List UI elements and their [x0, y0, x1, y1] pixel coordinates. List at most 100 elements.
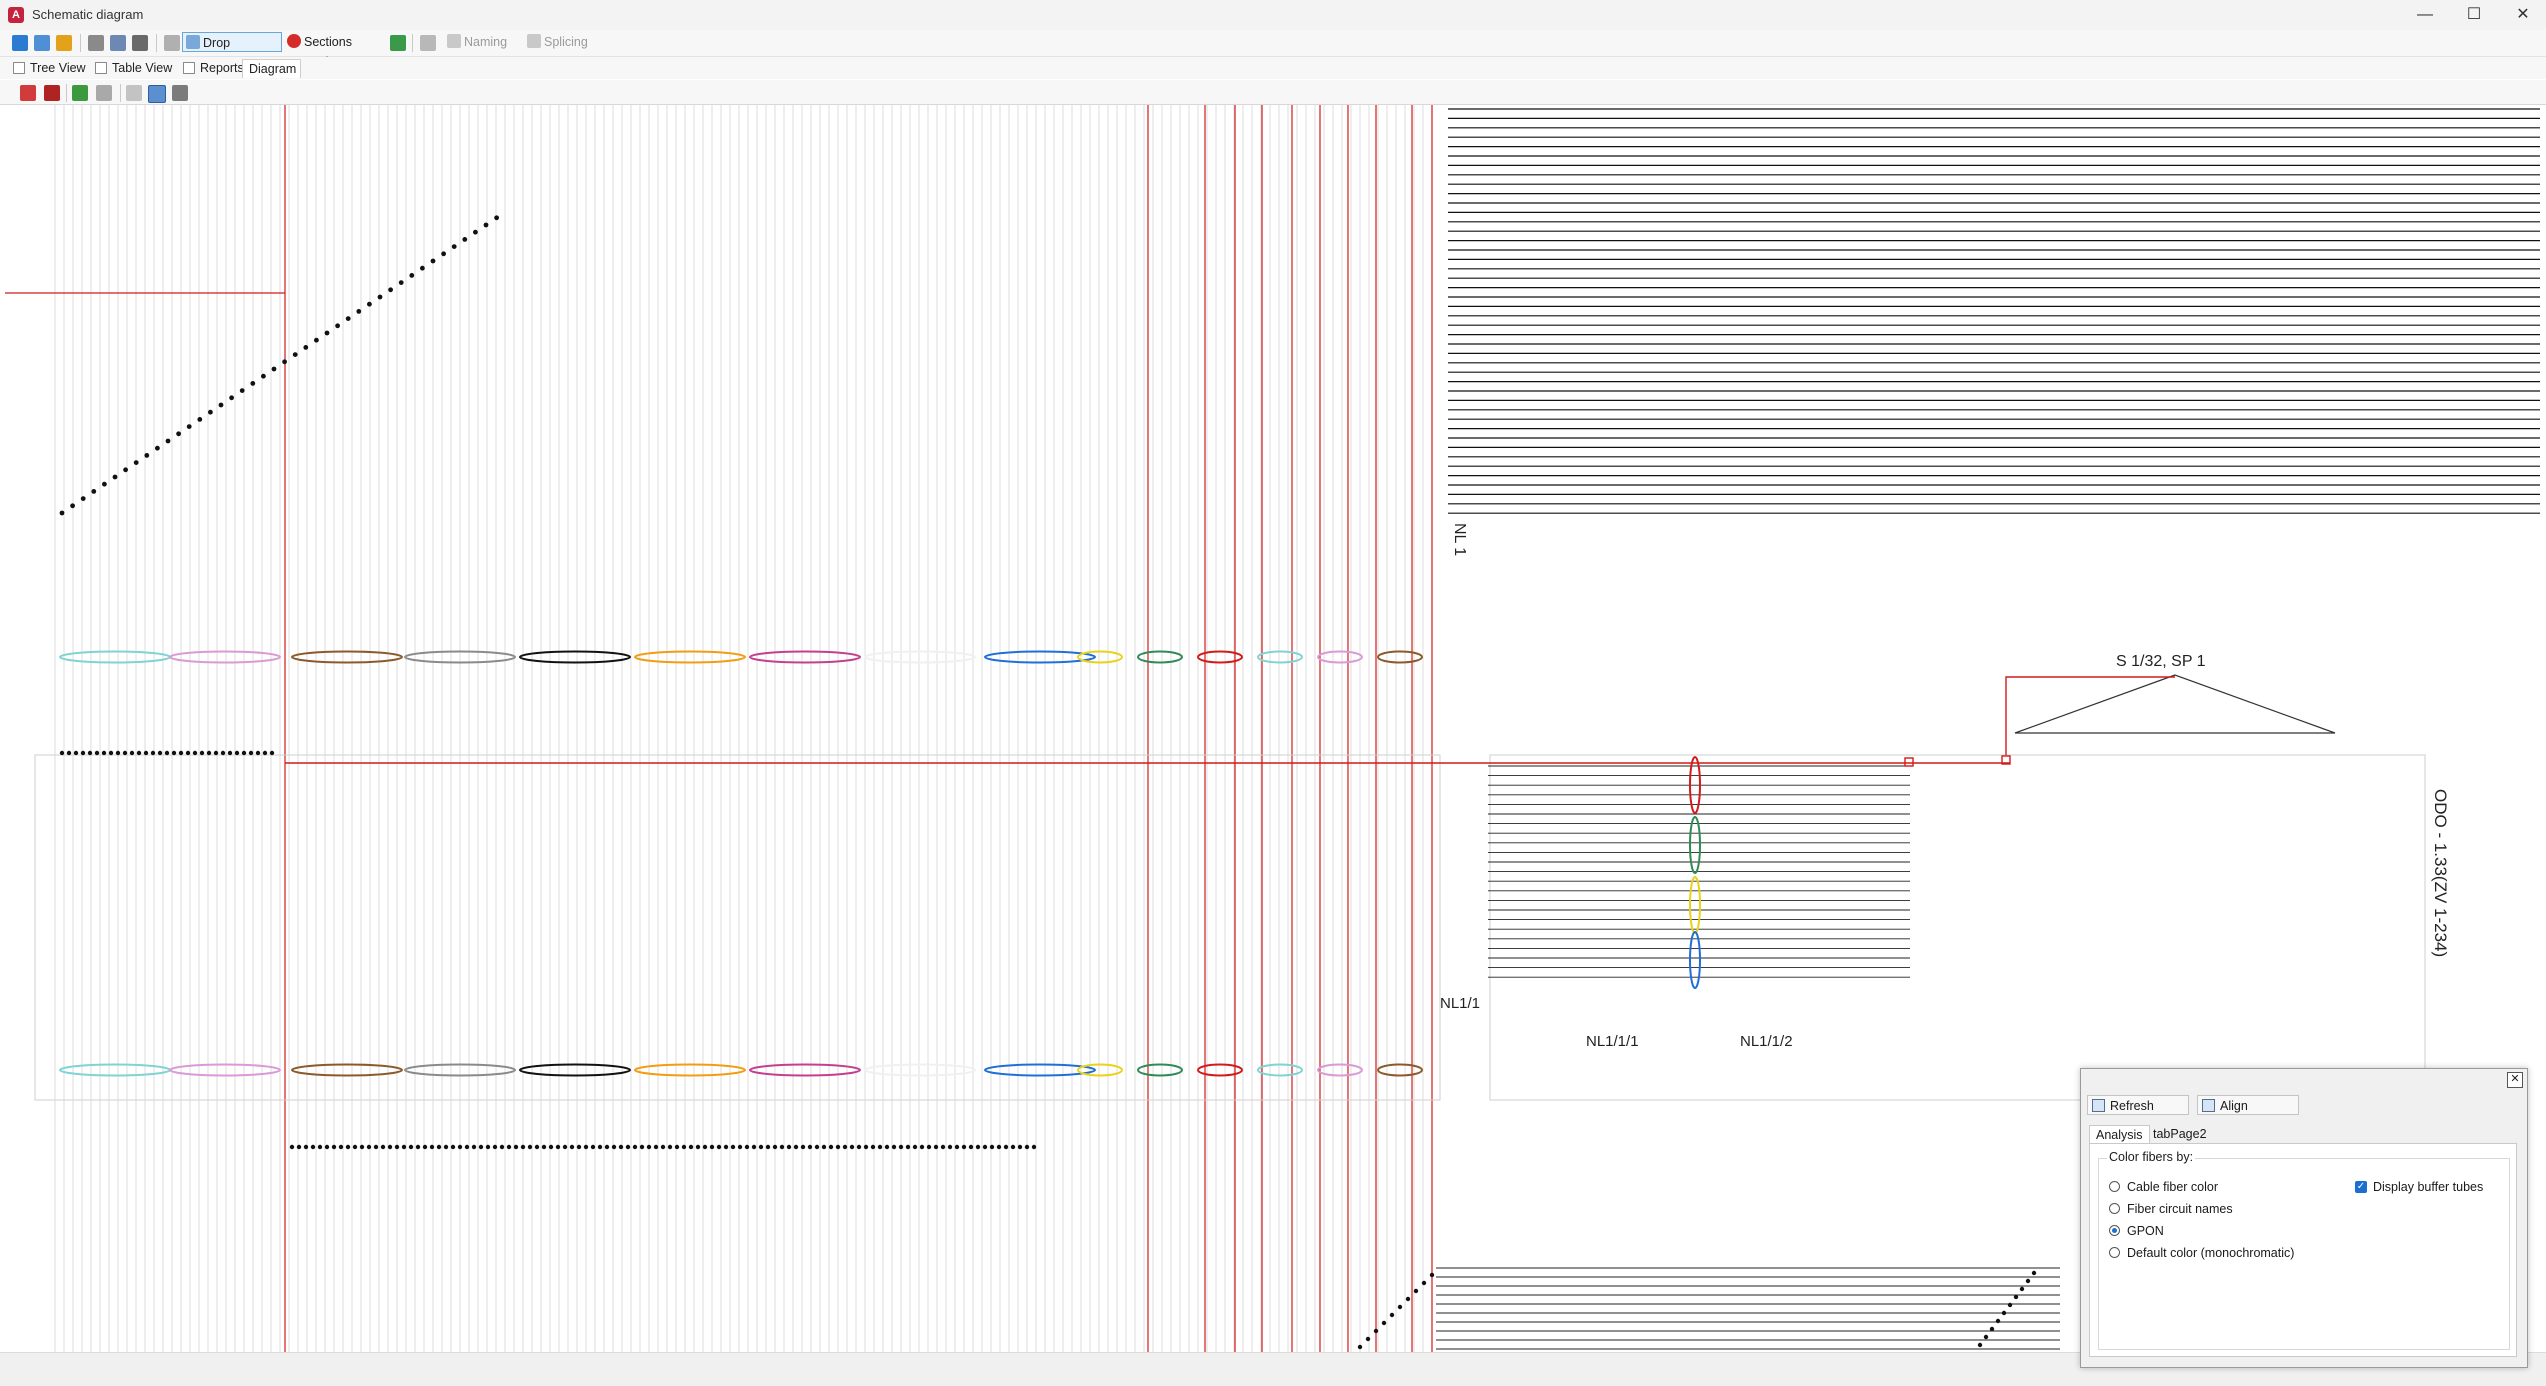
- fiber-dot: [1429, 1272, 1435, 1278]
- cursor-icon[interactable]: [164, 35, 180, 51]
- copy-icon[interactable]: [34, 35, 50, 51]
- buffer-tube: [169, 1063, 281, 1077]
- fiber-dot: [388, 287, 393, 293]
- display-buffer-tubes-checkbox[interactable]: ✓ Display buffer tubes: [2355, 1179, 2483, 1195]
- fiber-dot: [261, 373, 266, 379]
- fiber-dot: [520, 1144, 526, 1150]
- page-icon[interactable]: [110, 35, 126, 51]
- grid-icon[interactable]: [126, 85, 142, 101]
- fiber-dot: [262, 750, 268, 756]
- label-nl1-1: NL1/1: [1440, 995, 1481, 1012]
- naming-button[interactable]: Naming: [444, 32, 514, 52]
- tab-reports[interactable]: Reports: [180, 59, 248, 77]
- option-cable-fiber-color[interactable]: Cable fiber color: [2107, 1179, 2218, 1195]
- checkmark-icon: ✓: [2355, 1181, 2367, 1193]
- fiber-dot: [241, 750, 247, 756]
- fiber-dot: [409, 273, 415, 278]
- tab-table-view[interactable]: Table View: [92, 59, 176, 77]
- app-icon: A: [8, 7, 24, 23]
- warning-icon[interactable]: [56, 35, 72, 51]
- align-icon: [2202, 1099, 2215, 1112]
- fiber-dot: [1010, 1144, 1016, 1150]
- fiber-dot: [779, 1144, 785, 1150]
- close-button[interactable]: ✕: [2500, 0, 2546, 30]
- fiber-dot: [115, 750, 121, 756]
- buffer-tube: [1077, 650, 1123, 664]
- fiber-dot: [70, 503, 75, 509]
- print-icon[interactable]: [44, 85, 60, 101]
- buffer-tube: [1689, 931, 1701, 989]
- buffer-tube: [519, 650, 631, 664]
- fiber-dot: [335, 323, 340, 329]
- fiber-dot: [576, 1144, 582, 1150]
- fiber-dot: [80, 750, 86, 756]
- analysis-body: Color fibers by: Cable fiber color Fiber…: [2089, 1143, 2517, 1357]
- fiber-dot: [108, 750, 114, 756]
- tab-analysis[interactable]: Analysis: [2089, 1125, 2150, 1144]
- panel-close-button[interactable]: ✕: [2507, 1072, 2523, 1088]
- fiber-dot: [150, 750, 156, 756]
- table-icon: [95, 62, 107, 74]
- fiber-dot: [2013, 1294, 2019, 1300]
- minimize-button[interactable]: —: [2402, 0, 2448, 30]
- table-icon[interactable]: [420, 35, 436, 51]
- option-fiber-circuit-names[interactable]: Fiber circuit names: [2107, 1201, 2233, 1217]
- filter-icon[interactable]: [72, 85, 88, 101]
- connector: [1904, 757, 1914, 767]
- fiber-dot: [338, 1144, 344, 1150]
- fiber-dot: [248, 750, 254, 756]
- option-default-color[interactable]: Default color (monochromatic): [2107, 1245, 2294, 1261]
- fiber-dot: [863, 1144, 869, 1150]
- fiber-dot: [940, 1144, 946, 1150]
- drop-network-button[interactable]: Drop network: [182, 32, 282, 70]
- buffer-tube: [1689, 816, 1701, 874]
- fiber-dot: [367, 301, 372, 307]
- link-icon[interactable]: [172, 85, 188, 101]
- fiber-dot: [632, 1144, 638, 1150]
- layout-icon[interactable]: [148, 85, 166, 103]
- fiber-dot: [870, 1144, 876, 1150]
- maximize-button[interactable]: ☐: [2451, 0, 2497, 30]
- excel-icon[interactable]: [390, 35, 406, 51]
- fiber-dot: [800, 1144, 806, 1150]
- splicing-button[interactable]: Splicing: [524, 32, 594, 52]
- fiber-dot: [415, 1144, 421, 1150]
- pdf-icon[interactable]: [20, 85, 36, 101]
- radio-icon: [2109, 1203, 2120, 1214]
- fiber-dot: [250, 381, 256, 386]
- fiber-dot: [422, 1144, 428, 1150]
- tab-reports-label: Reports: [200, 61, 244, 75]
- fiber-dot: [485, 1144, 491, 1150]
- fiber-dot: [296, 1144, 302, 1150]
- tab-page2[interactable]: tabPage2: [2147, 1125, 2213, 1143]
- fiber-dot: [80, 496, 86, 501]
- sections-mode-button[interactable]: Sections mode: [284, 32, 384, 69]
- buffer-tube: [1317, 1063, 1363, 1077]
- fiber-dot: [1031, 1144, 1037, 1150]
- clear-filter-icon[interactable]: [96, 85, 112, 101]
- tab-diagram[interactable]: Diagram: [242, 59, 302, 78]
- option-gpon[interactable]: GPON: [2107, 1223, 2164, 1239]
- save-icon[interactable]: [132, 35, 148, 51]
- fiber-dot: [562, 1144, 568, 1150]
- fiber-dot: [919, 1144, 925, 1150]
- fiber-dot: [122, 750, 128, 756]
- fiber-dot: [303, 1144, 309, 1150]
- align-button[interactable]: Align: [2197, 1095, 2299, 1115]
- fiber-dot: [996, 1144, 1002, 1150]
- zoom-icon[interactable]: [88, 35, 104, 51]
- fiber-dot: [968, 1144, 974, 1150]
- buffer-tube: [59, 1063, 171, 1077]
- refresh-button[interactable]: Refresh: [2087, 1095, 2189, 1115]
- buffer-tube: [169, 650, 281, 664]
- label-nl1: NL 1: [1451, 523, 1468, 557]
- option-label: GPON: [2127, 1224, 2164, 1238]
- fiber-dot: [961, 1144, 967, 1150]
- fiber-dot: [282, 359, 287, 365]
- fiber-dot: [345, 316, 351, 321]
- fiber-dot: [541, 1144, 547, 1150]
- section-box: [34, 754, 1441, 1101]
- refresh-icon[interactable]: [12, 35, 28, 51]
- tab-tree-view[interactable]: Tree View: [10, 59, 90, 77]
- fiber-dot: [597, 1144, 603, 1150]
